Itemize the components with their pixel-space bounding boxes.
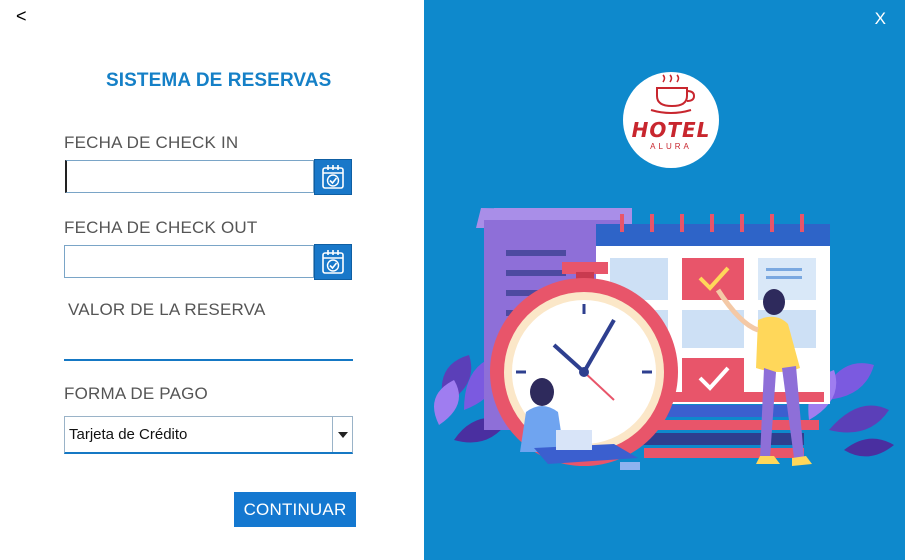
- coffee-cup-icon: [650, 74, 696, 114]
- calendar-check-icon: [322, 165, 344, 189]
- checkin-label: FECHA DE CHECK IN: [64, 133, 239, 152]
- calendar-check-icon: [322, 250, 344, 274]
- logo-hotel-text: HOTEL: [631, 118, 711, 142]
- checkin-calendar-button[interactable]: [314, 159, 352, 195]
- checkout-date-field[interactable]: [64, 245, 314, 278]
- checkin-date-field[interactable]: [65, 160, 314, 193]
- payment-method-select[interactable]: Tarjeta de Crédito: [64, 416, 353, 454]
- close-button[interactable]: X: [875, 9, 886, 29]
- dropdown-arrow[interactable]: [332, 417, 352, 452]
- reservation-form-panel: < SISTEMA DE RESERVAS FECHA DE CHECK IN …: [0, 0, 424, 560]
- checkout-label: FECHA DE CHECK OUT: [64, 218, 258, 237]
- back-button[interactable]: <: [16, 6, 27, 26]
- reservation-value-field[interactable]: [64, 328, 353, 361]
- payment-method-value: Tarjeta de Crédito: [69, 426, 188, 443]
- reservation-value-label: VALOR DE LA RESERVA: [68, 300, 266, 319]
- payment-method-label: FORMA DE PAGO: [64, 384, 208, 403]
- logo-alura-text: ALURA: [650, 142, 692, 151]
- checkout-calendar-button[interactable]: [314, 244, 352, 280]
- page-title: SISTEMA DE RESERVAS: [106, 70, 332, 91]
- reservation-illustration: [434, 208, 894, 470]
- illustration-panel: X HOTEL ALURA: [424, 0, 905, 560]
- hotel-logo: HOTEL ALURA: [623, 72, 719, 168]
- triangle-down-icon: [337, 431, 348, 438]
- continue-button[interactable]: CONTINUAR: [234, 492, 356, 527]
